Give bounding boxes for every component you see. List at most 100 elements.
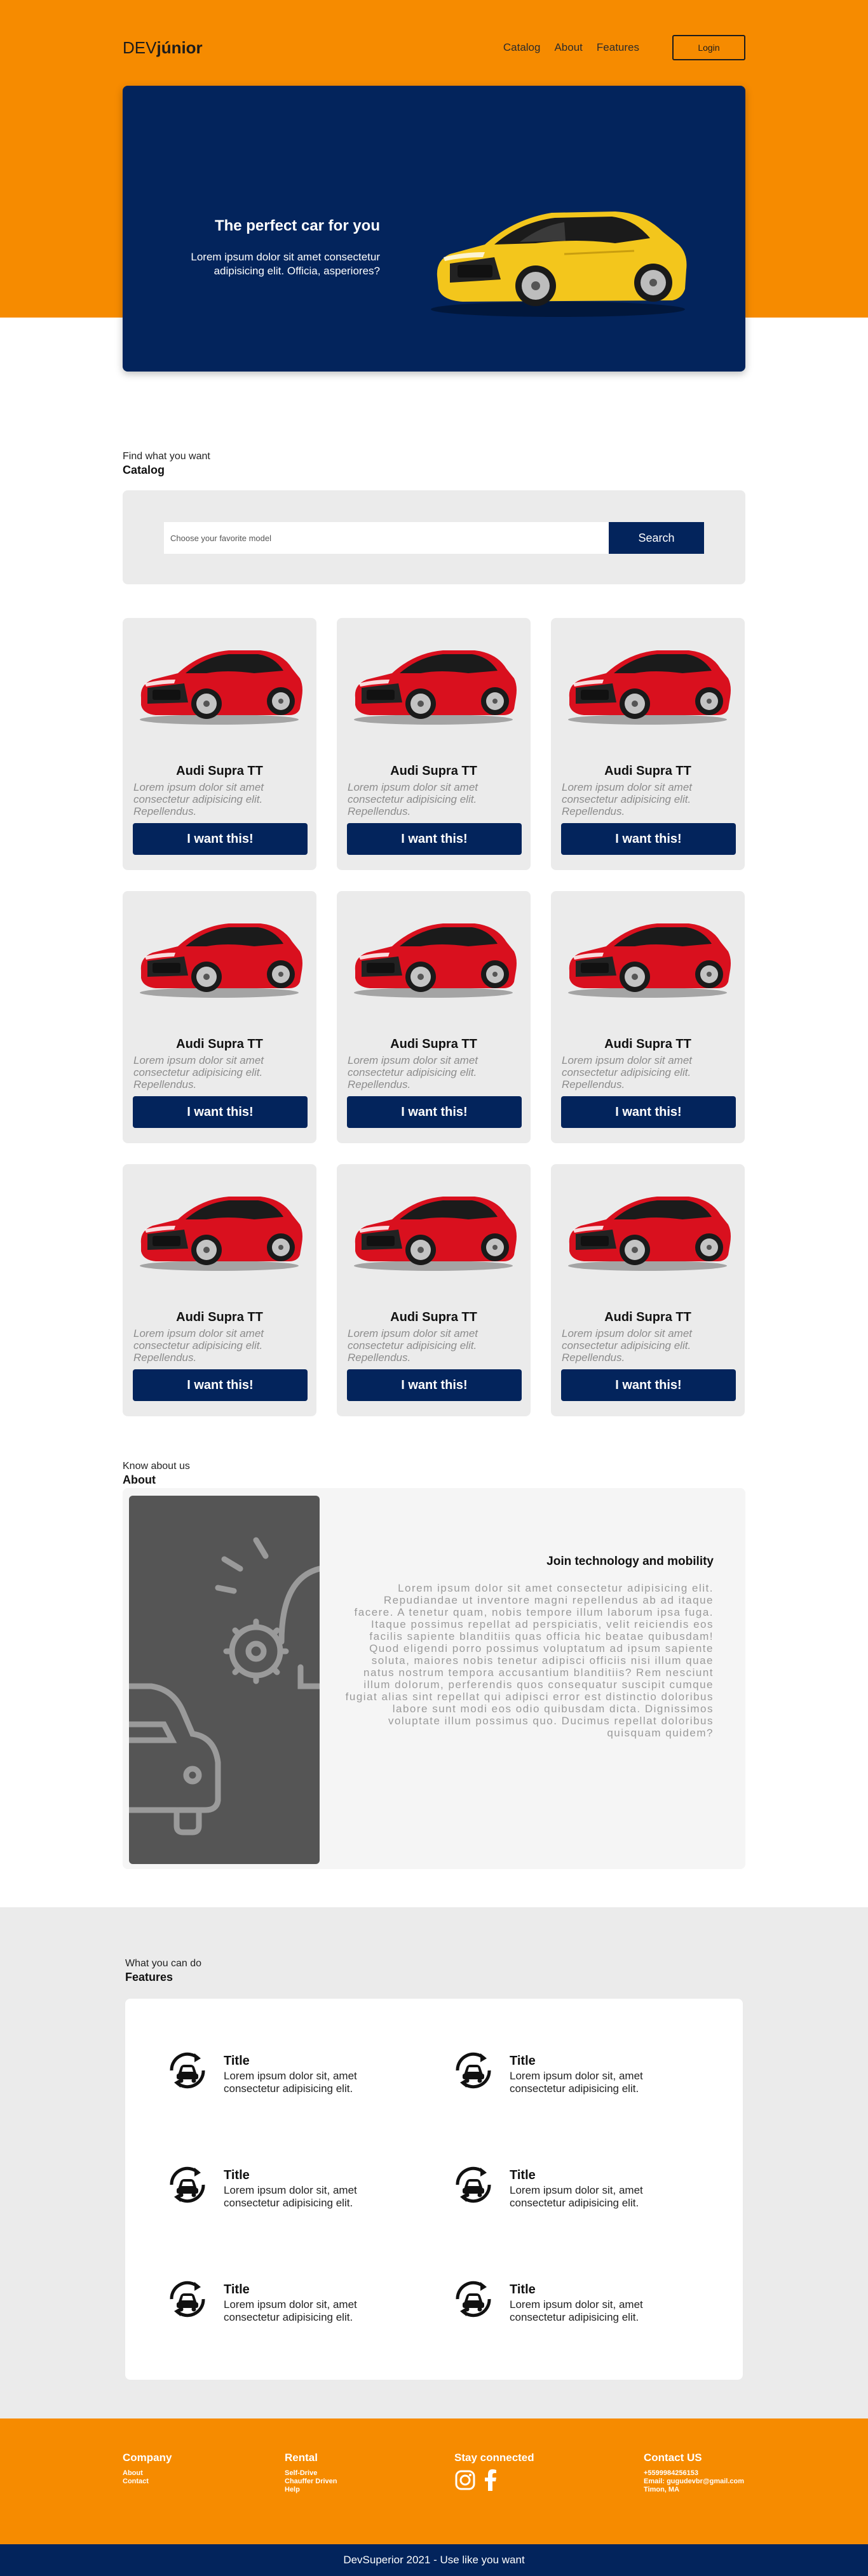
hero-subtitle: Lorem ipsum dolor sit amet consectetur a… xyxy=(191,251,380,277)
red-car-image xyxy=(354,923,517,998)
catalog-title: Catalog xyxy=(123,464,165,476)
brand-logo[interactable]: DEVjúnior xyxy=(123,38,203,58)
hero-banner: The perfect car for you Lorem ipsum dolo… xyxy=(123,86,745,372)
feature-item: Title Lorem ipsum dolor sit, amet consect… xyxy=(437,2253,673,2342)
feature-text: Lorem ipsum dolor sit, amet consectetur … xyxy=(224,2298,357,2323)
copyright-bar: DevSuperior 2021 - Use like you want xyxy=(0,2544,868,2576)
feature-text: Lorem ipsum dolor sit, amet consectetur … xyxy=(510,2070,643,2095)
lightbulb-gear-car-icon xyxy=(129,1537,320,1835)
tech-mobility-illustration xyxy=(129,1496,320,1864)
nav-link-about[interactable]: About xyxy=(554,41,582,54)
feature-title: Title xyxy=(510,2168,536,2182)
footer-rental-title: Rental xyxy=(285,2452,318,2464)
about-kicker: Know about us xyxy=(123,1461,190,1472)
about-panel: Join technology and mobility Lorem ipsum… xyxy=(123,1488,745,1869)
nav-link-catalog[interactable]: Catalog xyxy=(503,41,541,54)
footer-link-contact[interactable]: Contact xyxy=(123,2478,172,2486)
car-card-name: Audi Supra TT xyxy=(390,1310,477,1324)
red-car-image xyxy=(354,1197,517,1271)
catalog-kicker: Find what you want xyxy=(123,451,210,462)
sync-car-icon xyxy=(456,2281,491,2318)
car-card: Audi Supra TT Lorem ipsum dolor sit amet … xyxy=(337,618,531,870)
car-card-name: Audi Supra TT xyxy=(390,1037,477,1051)
footer-social: Stay connected xyxy=(454,2452,534,2491)
car-card-description: Lorem ipsum dolor sit amet consectetur a… xyxy=(348,781,478,817)
car-card-name: Audi Supra TT xyxy=(176,1310,263,1324)
car-card: Audi Supra TT Lorem ipsum dolor sit amet … xyxy=(123,891,316,1143)
car-card-description: Lorem ipsum dolor sit amet consectetur a… xyxy=(562,1327,693,1364)
sync-car-icon xyxy=(456,2052,491,2089)
footer-company-title: Company xyxy=(123,2452,172,2464)
want-this-button[interactable]: I want this! xyxy=(133,823,308,855)
footer-link-about[interactable]: About xyxy=(123,2469,172,2478)
about-text: Lorem ipsum dolor sit amet consectetur a… xyxy=(345,1582,714,1739)
car-card: Audi Supra TT Lorem ipsum dolor sit amet … xyxy=(123,618,316,870)
feature-title: Title xyxy=(510,2054,536,2068)
about-title: About xyxy=(123,1473,156,1486)
want-this-button[interactable]: I want this! xyxy=(561,1096,736,1128)
red-car-image xyxy=(140,650,302,725)
red-car-image xyxy=(354,650,517,725)
footer-location: Timon, MA xyxy=(644,2486,680,2493)
feature-title: Title xyxy=(224,2168,250,2182)
want-this-button[interactable]: I want this! xyxy=(347,1096,522,1128)
car-card-description: Lorem ipsum dolor sit amet consectetur a… xyxy=(348,1327,478,1364)
car-card-name: Audi Supra TT xyxy=(390,764,477,778)
search-button[interactable]: Search xyxy=(609,522,704,554)
footer: Company About Contact Rental Self-Drive … xyxy=(0,2418,868,2544)
car-card: Audi Supra TT Lorem ipsum dolor sit amet … xyxy=(123,1164,316,1416)
brand-suffix: júnior xyxy=(156,37,203,57)
want-this-button[interactable]: I want this! xyxy=(561,1369,736,1401)
car-card-description: Lorem ipsum dolor sit amet consectetur a… xyxy=(562,1054,693,1090)
red-car-image xyxy=(568,650,731,725)
feature-title: Title xyxy=(510,2283,536,2297)
footer-rental: Rental Self-Drive Chauffer Driven Help xyxy=(285,2452,337,2494)
login-button[interactable]: Login xyxy=(672,35,745,60)
want-this-button[interactable]: I want this! xyxy=(561,823,736,855)
about-heading: Join technology and mobility xyxy=(546,1555,714,1568)
brand-prefix: DEV xyxy=(123,37,157,57)
want-this-button[interactable]: I want this! xyxy=(133,1369,308,1401)
feature-item: Title Lorem ipsum dolor sit, amet consect… xyxy=(151,2024,387,2113)
facebook-icon[interactable] xyxy=(484,2469,498,2491)
car-card-name: Audi Supra TT xyxy=(604,1037,691,1051)
car-card-description: Lorem ipsum dolor sit amet consectetur a… xyxy=(133,1054,264,1090)
feature-text: Lorem ipsum dolor sit, amet consectetur … xyxy=(510,2184,643,2209)
footer-social-title: Stay connected xyxy=(454,2452,534,2464)
footer-link-self-drive[interactable]: Self-Drive xyxy=(285,2469,337,2478)
features-kicker: What you can do xyxy=(125,1958,202,1969)
feature-item: Title Lorem ipsum dolor sit, amet consect… xyxy=(151,2138,387,2227)
car-card-name: Audi Supra TT xyxy=(604,1310,691,1324)
nav-link-features[interactable]: Features xyxy=(597,41,639,54)
red-car-image xyxy=(140,1197,302,1271)
want-this-button[interactable]: I want this! xyxy=(347,1369,522,1401)
footer-link-help[interactable]: Help xyxy=(285,2486,337,2494)
search-input[interactable] xyxy=(164,522,609,554)
feature-text: Lorem ipsum dolor sit, amet consectetur … xyxy=(224,2184,357,2209)
feature-title: Title xyxy=(224,2054,250,2068)
car-card: Audi Supra TT Lorem ipsum dolor sit amet … xyxy=(551,618,745,870)
feature-title: Title xyxy=(224,2283,250,2297)
hero-text: The perfect car for you Lorem ipsum dolo… xyxy=(151,217,380,278)
navbar: DEVjúnior Catalog About Features Login xyxy=(123,35,745,60)
feature-item: Title Lorem ipsum dolor sit, amet consect… xyxy=(437,2138,673,2227)
car-card: Audi Supra TT Lorem ipsum dolor sit amet … xyxy=(337,891,531,1143)
feature-text: Lorem ipsum dolor sit, amet consectetur … xyxy=(510,2298,643,2323)
yellow-car-image xyxy=(431,211,687,317)
feature-text: Lorem ipsum dolor sit, amet consectetur … xyxy=(224,2070,357,2095)
sync-car-icon xyxy=(170,2281,205,2318)
sync-car-icon xyxy=(170,2166,205,2203)
want-this-button[interactable]: I want this! xyxy=(347,823,522,855)
car-card-description: Lorem ipsum dolor sit amet consectetur a… xyxy=(562,781,693,817)
footer-link-chauffer[interactable]: Chauffer Driven xyxy=(285,2478,337,2486)
footer-contact: Contact US +5599984256153 Email: gugudev… xyxy=(644,2452,744,2494)
footer-phone: +5599984256153 xyxy=(644,2469,698,2477)
footer-email[interactable]: Email: gugudevbr@gmail.com xyxy=(644,2478,744,2486)
social-icons xyxy=(454,2469,534,2491)
car-card-description: Lorem ipsum dolor sit amet consectetur a… xyxy=(348,1054,478,1090)
sync-car-icon xyxy=(170,2052,205,2089)
car-card-name: Audi Supra TT xyxy=(176,764,263,778)
car-card-description: Lorem ipsum dolor sit amet consectetur a… xyxy=(133,781,264,817)
want-this-button[interactable]: I want this! xyxy=(133,1096,308,1128)
instagram-icon[interactable] xyxy=(454,2469,476,2491)
